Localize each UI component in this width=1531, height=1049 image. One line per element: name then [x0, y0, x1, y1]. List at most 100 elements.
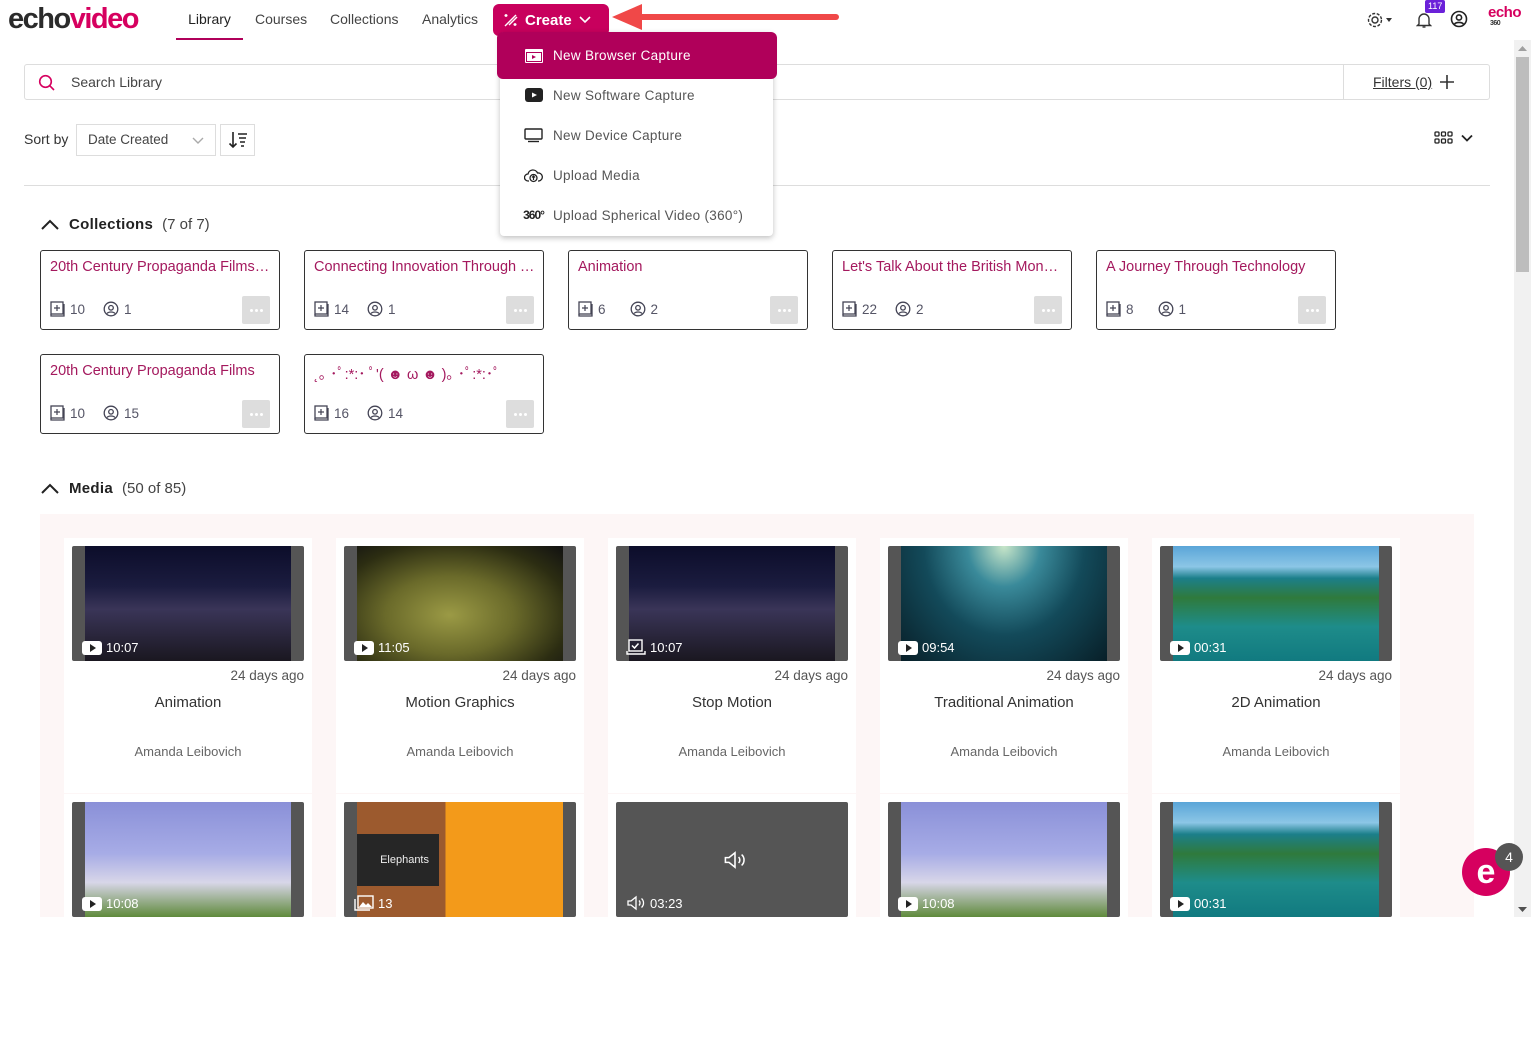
- scrollbar-thumb[interactable]: [1516, 57, 1529, 272]
- nav-courses[interactable]: Courses: [255, 0, 307, 40]
- media-author: Amanda Leibovich: [678, 744, 786, 759]
- more-options-button[interactable]: [770, 296, 798, 324]
- menu-item-upload-spherical-video[interactable]: 360° Upload Spherical Video (360°): [500, 195, 773, 235]
- menu-item-new-browser-capture[interactable]: New Browser Capture: [497, 32, 777, 79]
- media-count: 16: [334, 405, 350, 421]
- collection-card[interactable]: 20th Century Propaganda Films Collection…: [40, 250, 280, 330]
- media-count-icon: [314, 405, 329, 421]
- media-card[interactable]: 03:23: [608, 794, 856, 1049]
- user-icon[interactable]: [1450, 10, 1468, 28]
- media-card[interactable]: 10:07 24 days ago Stop Motion Amanda Lei…: [608, 538, 856, 793]
- annotation-arrow: [612, 4, 839, 30]
- media-card[interactable]: 09:54 24 days ago Traditional Animation …: [880, 538, 1128, 793]
- collection-card[interactable]: A Journey Through Technology 8 1: [1096, 250, 1336, 330]
- search-input[interactable]: Search Library: [71, 74, 162, 90]
- user-icon: [630, 301, 645, 317]
- bell-icon[interactable]: [1416, 11, 1432, 29]
- sort-select[interactable]: Date Created: [76, 124, 216, 156]
- view-toggle[interactable]: [1434, 131, 1473, 144]
- grid-view-icon: [1434, 131, 1453, 144]
- collection-card[interactable]: Let's Talk About the British Monarchy 22…: [832, 250, 1072, 330]
- nav-library[interactable]: Library: [176, 0, 243, 40]
- media-card[interactable]: Elephants 13: [336, 794, 584, 1049]
- media-thumbnail[interactable]: 03:23: [616, 802, 848, 917]
- monitor-icon: [524, 127, 543, 142]
- collection-card[interactable]: 20th Century Propaganda Films 10 15: [40, 354, 280, 434]
- menu-item-new-device-capture[interactable]: New Device Capture: [500, 115, 773, 155]
- media-title[interactable]: Animation: [64, 694, 312, 711]
- more-options-button[interactable]: [1298, 296, 1326, 324]
- chat-badge: 4: [1495, 843, 1523, 871]
- chevron-up-icon: [41, 483, 59, 494]
- collection-card[interactable]: Connecting Innovation Through Technology…: [304, 250, 544, 330]
- media-count-icon: [50, 301, 65, 317]
- echo360-logo[interactable]: echo 360: [1488, 5, 1522, 27]
- collection-title[interactable]: ˛｡ ･ﾟ:*:･ ﾟ'( ☻ ω ☻ )｡ ･ﾟ:*:･ﾟ: [314, 363, 536, 384]
- media-duration: 10:07: [106, 640, 139, 655]
- media-title[interactable]: Traditional Animation: [880, 694, 1128, 711]
- filters-button[interactable]: Filters (0): [1343, 65, 1490, 99]
- media-count-icon: [578, 301, 593, 317]
- scroll-down-icon[interactable]: [1518, 907, 1527, 913]
- media-thumbnail[interactable]: 10:08: [72, 802, 304, 917]
- media-thumbnail[interactable]: 00:31: [1160, 802, 1392, 917]
- media-thumbnail[interactable]: 00:31: [1160, 546, 1392, 661]
- scrollbar[interactable]: [1514, 40, 1531, 917]
- media-card[interactable]: 11:05 24 days ago Motion Graphics Amanda…: [336, 538, 584, 793]
- collection-card[interactable]: Animation 6 2: [568, 250, 808, 330]
- media-thumbnail[interactable]: Elephants 13: [344, 802, 576, 917]
- media-date: 24 days ago: [1318, 668, 1392, 683]
- collection-title[interactable]: Connecting Innovation Through Technology: [314, 259, 536, 275]
- media-card[interactable]: 10:08: [880, 794, 1128, 1049]
- media-thumbnail[interactable]: 09:54: [888, 546, 1120, 661]
- software-capture-icon: [524, 88, 543, 102]
- media-duration: 10:08: [106, 896, 139, 911]
- more-options-button[interactable]: [506, 296, 534, 324]
- media-count-icon: [842, 301, 857, 317]
- nav-collections[interactable]: Collections: [330, 0, 398, 40]
- media-count-icon: [314, 301, 329, 317]
- media-title[interactable]: Motion Graphics: [336, 694, 584, 711]
- media-thumbnail[interactable]: 10:07: [72, 546, 304, 661]
- collection-title[interactable]: Animation: [578, 259, 800, 275]
- more-options-button[interactable]: [506, 400, 534, 428]
- user-icon: [103, 301, 119, 317]
- media-duration: 03:23: [650, 895, 683, 911]
- media-card[interactable]: 10:08: [64, 794, 312, 1049]
- media-date: 24 days ago: [774, 668, 848, 683]
- media-card[interactable]: 00:31: [1152, 794, 1400, 1049]
- collection-title[interactable]: A Journey Through Technology: [1106, 259, 1328, 275]
- media-date: 24 days ago: [1046, 668, 1120, 683]
- media-card[interactable]: 00:31 24 days ago 2D Animation Amanda Le…: [1152, 538, 1400, 793]
- media-date: 24 days ago: [502, 668, 576, 683]
- collection-card[interactable]: ˛｡ ･ﾟ:*:･ ﾟ'( ☻ ω ☻ )｡ ･ﾟ:*:･ﾟ 16 14: [304, 354, 544, 434]
- media-header[interactable]: Media (50 of 85): [40, 480, 186, 497]
- collections-header[interactable]: Collections (7 of 7): [40, 216, 210, 233]
- media-count: 22: [862, 301, 878, 317]
- media-thumbnail[interactable]: 11:05: [344, 546, 576, 661]
- media-author: Amanda Leibovich: [406, 744, 514, 759]
- media-count: 10: [70, 301, 86, 317]
- menu-item-new-software-capture[interactable]: New Software Capture: [500, 75, 773, 115]
- sort-by-label: Sort by: [24, 131, 69, 147]
- media-title[interactable]: Stop Motion: [608, 694, 856, 711]
- collection-title[interactable]: Let's Talk About the British Monarchy: [842, 259, 1064, 275]
- sort-direction-button[interactable]: [220, 124, 255, 156]
- media-thumbnail[interactable]: 10:08: [888, 802, 1120, 917]
- video-icon: [1170, 640, 1190, 655]
- media-thumbnail[interactable]: 10:07: [616, 546, 848, 661]
- video-icon: [898, 896, 918, 911]
- collection-title[interactable]: 20th Century Propaganda Films: [50, 363, 272, 379]
- settings-icon[interactable]: [1367, 10, 1395, 30]
- collection-title[interactable]: 20th Century Propaganda Films Collection: [50, 259, 272, 275]
- more-options-button[interactable]: [1034, 296, 1062, 324]
- more-options-button[interactable]: [242, 400, 270, 428]
- scroll-up-icon[interactable]: [1518, 45, 1527, 51]
- media-title[interactable]: 2D Animation: [1152, 694, 1400, 711]
- echovideo-logo[interactable]: echovideo: [8, 2, 139, 36]
- create-menu: New Browser Capture New Software Capture…: [497, 32, 777, 236]
- menu-item-upload-media[interactable]: Upload Media: [500, 155, 773, 195]
- more-options-button[interactable]: [242, 296, 270, 324]
- nav-analytics[interactable]: Analytics: [422, 0, 478, 40]
- media-card[interactable]: 10:07 24 days ago Animation Amanda Leibo…: [64, 538, 312, 793]
